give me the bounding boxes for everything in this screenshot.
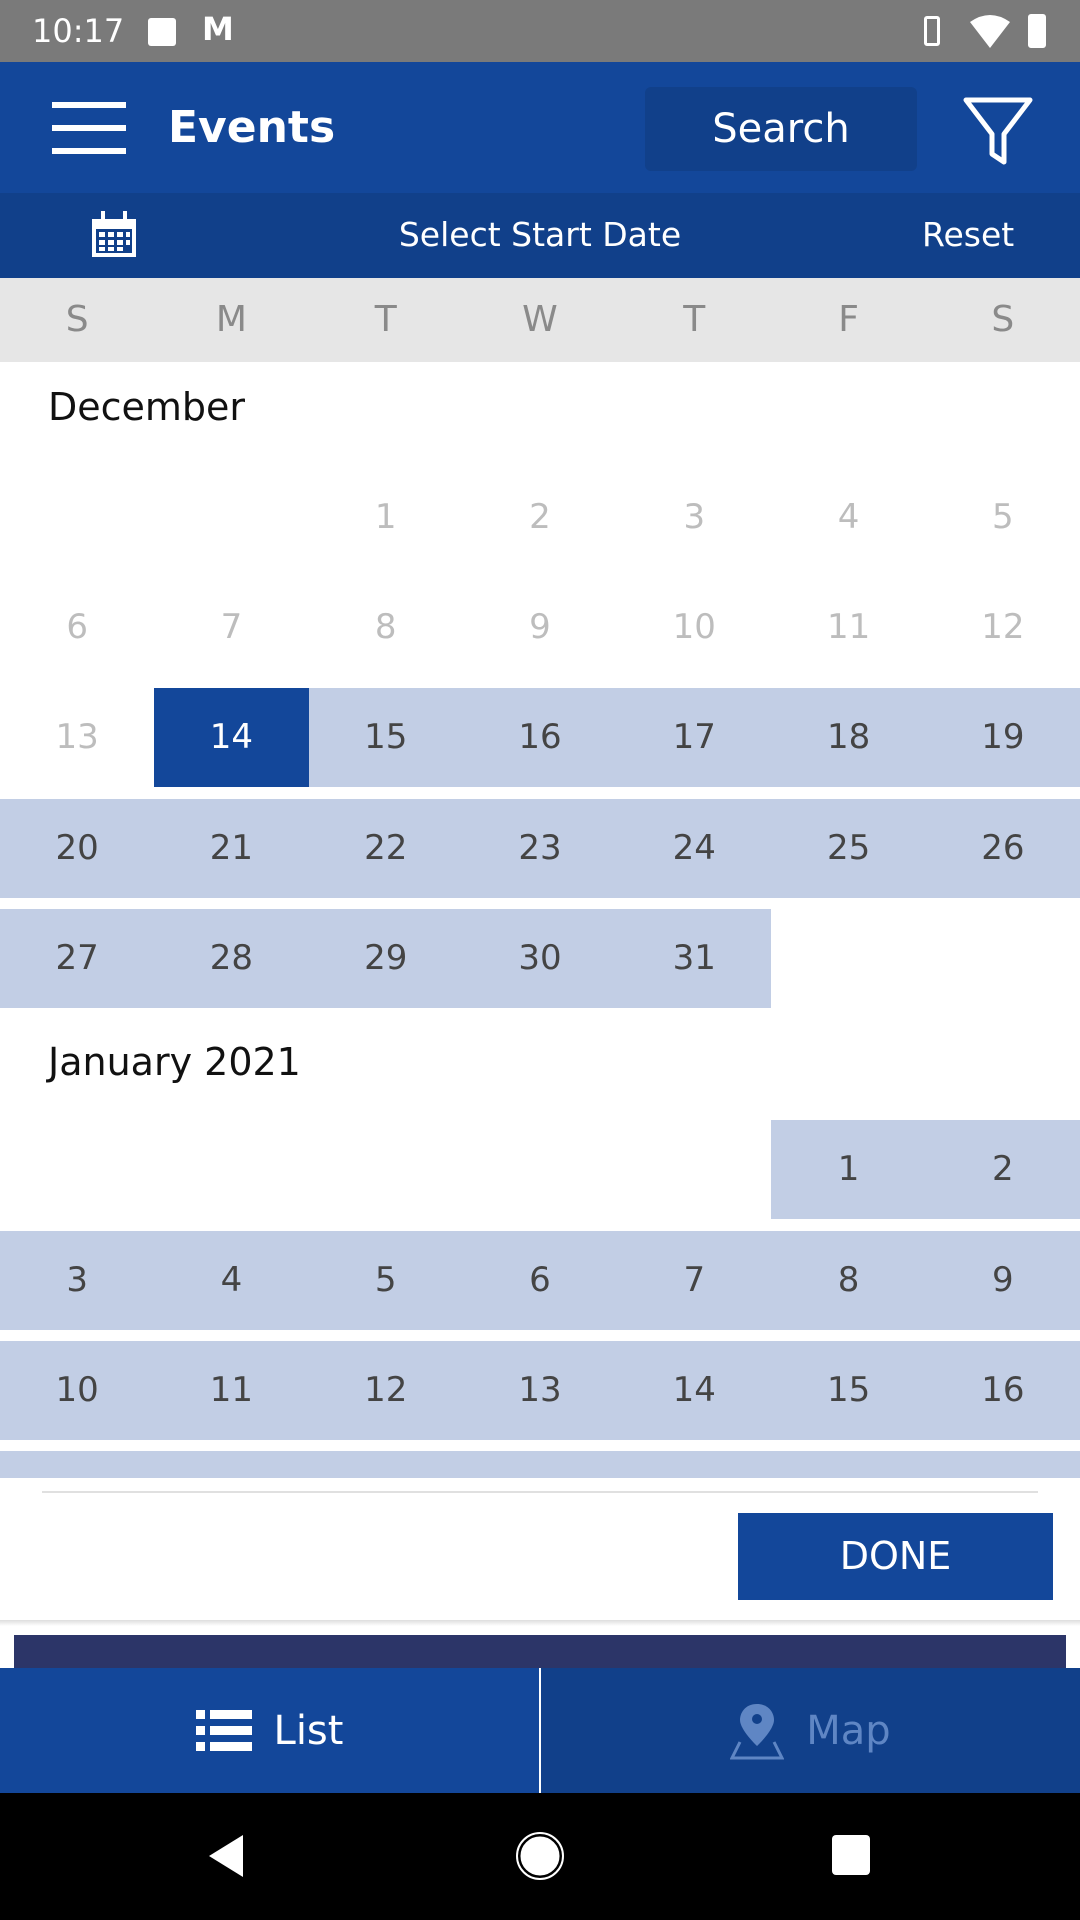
day-cell[interactable]: 8 — [771, 1231, 926, 1330]
day-cell[interactable]: 4 — [154, 1231, 309, 1330]
done-button[interactable]: DONE — [738, 1513, 1053, 1600]
weekday-header: SMTWTFS — [0, 278, 1080, 362]
wifi-icon — [970, 15, 1010, 48]
day-cell[interactable]: 28 — [154, 909, 309, 1008]
day-cell[interactable]: 18 — [771, 688, 926, 787]
vibrate-icon — [924, 16, 940, 46]
background-event-card — [14, 1635, 1066, 1668]
battery-charging-icon — [1028, 14, 1046, 48]
day-cell[interactable]: 12 — [308, 1341, 463, 1440]
recents-icon[interactable] — [832, 1835, 870, 1875]
day-cell[interactable]: 17 — [617, 688, 772, 787]
day-cell[interactable]: 16 — [462, 688, 618, 787]
date-bar: Select Start Date Reset — [0, 193, 1080, 278]
system-nav-bar — [0, 1793, 1080, 1920]
weekday-label: T — [374, 299, 397, 340]
day-cell[interactable]: 26 — [925, 799, 1080, 898]
day-cell: 11 — [826, 607, 871, 647]
search-button[interactable]: Search — [645, 87, 917, 171]
list-icon — [195, 1709, 252, 1751]
month-heading: December — [48, 385, 246, 429]
day-cell[interactable]: 6 — [462, 1231, 618, 1330]
day-cell[interactable]: 5 — [308, 1231, 463, 1330]
day-cell[interactable]: 2 — [925, 1120, 1080, 1219]
day-cell: 13 — [55, 717, 99, 757]
day-cell: 10 — [672, 607, 716, 647]
tab-map-label: Map — [806, 1707, 891, 1754]
day-cell: 9 — [529, 607, 551, 647]
weekday-label: S — [991, 299, 1015, 340]
weekday-label: M — [215, 299, 247, 340]
day-cell[interactable]: 25 — [771, 799, 926, 898]
calendar-week: 12 — [0, 1120, 1080, 1219]
day-cell[interactable]: 23 — [462, 799, 618, 898]
panel-shadow — [0, 1620, 1080, 1626]
calendar-week: 13 14 15 16 17 18 19 — [0, 688, 1080, 787]
day-cell[interactable]: 7 — [617, 1231, 772, 1330]
tab-list[interactable]: List — [0, 1668, 541, 1793]
month-heading: January 2021 — [48, 1040, 301, 1084]
day-cell[interactable]: 29 — [308, 909, 463, 1008]
select-start-date-label: Select Start Date — [398, 215, 682, 254]
day-cell[interactable]: 13 — [462, 1341, 618, 1440]
gmail-icon: M — [202, 10, 234, 48]
day-cell-selected[interactable]: 14 — [154, 688, 309, 787]
day-cell: 7 — [220, 607, 243, 647]
day-cell: 5 — [992, 497, 1014, 537]
page-title: Events — [168, 102, 336, 153]
home-icon[interactable] — [515, 1831, 565, 1881]
weekday-label: T — [683, 299, 706, 340]
bottom-tab-bar: List Map — [0, 1668, 1080, 1793]
day-cell[interactable]: 11 — [154, 1341, 309, 1440]
calendar-week: 20 21 22 23 24 25 26 — [0, 799, 1080, 898]
map-pin-icon — [730, 1703, 785, 1759]
day-cell[interactable]: 30 — [462, 909, 618, 1008]
weekday-label: W — [522, 299, 558, 340]
calendar-week-partial — [0, 1451, 1080, 1478]
day-cell[interactable]: 19 — [925, 688, 1080, 787]
app-bar: Events Search — [0, 62, 1080, 193]
day-cell: 6 — [66, 607, 88, 647]
hamburger-icon[interactable] — [52, 102, 126, 154]
weekday-label: S — [65, 299, 89, 340]
day-cell[interactable]: 24 — [617, 799, 772, 898]
day-cell[interactable]: 15 — [771, 1341, 926, 1440]
calendar-week: 1 2 3 4 5 — [0, 468, 1080, 567]
reset-button[interactable]: Reset — [922, 215, 1014, 254]
day-cell[interactable]: 21 — [154, 799, 309, 898]
day-cell[interactable]: 1 — [771, 1120, 926, 1219]
day-cell[interactable]: 31 — [617, 909, 772, 1008]
back-icon[interactable] — [205, 1833, 245, 1879]
day-cell: 1 — [374, 497, 397, 537]
day-cell: 8 — [374, 607, 397, 647]
day-cell[interactable]: 10 — [0, 1341, 155, 1440]
day-cell: 2 — [529, 497, 551, 537]
image-icon — [148, 18, 176, 46]
tab-map[interactable]: Map — [541, 1668, 1080, 1793]
divider — [42, 1491, 1038, 1493]
status-time: 10:17 — [32, 12, 125, 50]
status-bar: 10:17 M — [0, 0, 1080, 62]
day-cell: 12 — [981, 607, 1025, 647]
filter-icon[interactable] — [962, 96, 1034, 166]
day-cell: 4 — [837, 497, 860, 537]
day-cell[interactable]: 9 — [925, 1231, 1080, 1330]
day-cell[interactable]: 3 — [0, 1231, 155, 1330]
day-cell[interactable]: 16 — [925, 1341, 1080, 1440]
day-cell[interactable]: 14 — [617, 1341, 772, 1440]
day-cell[interactable]: 27 — [0, 909, 155, 1008]
calendar-week: 3456789 — [0, 1231, 1080, 1330]
calendar-week: 6 7 8 9 10 11 12 — [0, 578, 1080, 677]
calendar-week: 10 11 12 13 14 15 16 — [0, 1341, 1080, 1440]
calendar-week: 27 28 29 30 31 — [0, 909, 1080, 1008]
tab-list-label: List — [273, 1707, 344, 1754]
weekday-label: F — [838, 299, 859, 340]
day-cell[interactable]: 22 — [308, 799, 463, 898]
day-cell[interactable]: 20 — [0, 799, 155, 898]
day-cell: 3 — [683, 497, 706, 537]
day-cell[interactable]: 15 — [308, 688, 463, 787]
